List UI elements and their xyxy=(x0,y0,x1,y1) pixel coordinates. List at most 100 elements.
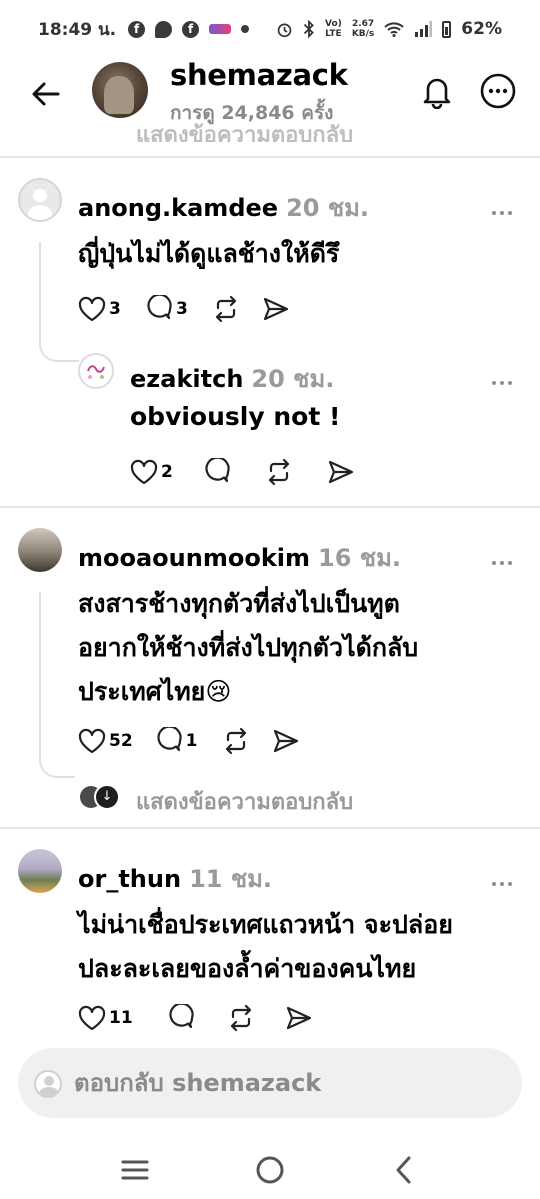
share-button[interactable] xyxy=(272,728,300,754)
comment-text-line: ไม่น่าเชื่อประเทศแถวหน้า จะปล่อย xyxy=(78,910,453,939)
heart-icon xyxy=(130,459,158,485)
avatar[interactable] xyxy=(18,178,62,222)
like-button[interactable]: 11 xyxy=(78,1005,133,1031)
app-notification-icon xyxy=(209,24,232,34)
repost-button[interactable] xyxy=(212,295,240,323)
battery-icon xyxy=(442,20,452,38)
comment-text-line: ประเทศไทย😢 xyxy=(78,677,232,706)
reply-composer[interactable] xyxy=(18,1048,522,1118)
arrow-down-icon: ↓ xyxy=(94,784,120,810)
wifi-icon xyxy=(384,22,404,37)
avatar[interactable] xyxy=(18,528,62,572)
comment-username[interactable]: or_thun xyxy=(78,865,181,893)
more-options-icon[interactable] xyxy=(492,200,518,215)
send-icon xyxy=(263,297,289,321)
alarm-icon xyxy=(277,23,292,37)
repost-button[interactable] xyxy=(227,1004,255,1032)
repost-icon xyxy=(215,295,237,323)
send-icon xyxy=(286,1006,311,1030)
brand-logo-icon xyxy=(87,365,105,379)
user-avatar-icon xyxy=(34,1070,62,1098)
comment-item: or_thun 11 ชม. ไม่น่าเชื่อประเทศแถวหน้า จ… xyxy=(0,829,540,1039)
bell-icon[interactable] xyxy=(419,73,455,109)
status-time: 18:49 น. xyxy=(38,19,117,40)
share-button[interactable] xyxy=(285,1005,313,1031)
comment-text: ญี่ปุ่นไม่ได้ดูแลช้างให้ดีรึ xyxy=(78,239,340,268)
send-icon xyxy=(328,460,354,484)
heart-icon xyxy=(78,1005,106,1031)
comment-icon xyxy=(205,458,230,483)
like-button[interactable]: 52 xyxy=(78,728,133,754)
comment-text-line: สงสารช้างทุกตัวที่ส่งไปเป็นทูต xyxy=(78,589,400,618)
more-options-icon[interactable] xyxy=(492,871,518,886)
heart-icon xyxy=(78,296,106,322)
arrow-left-icon[interactable] xyxy=(28,76,64,112)
comment-button[interactable]: 1 xyxy=(155,727,200,755)
avatar[interactable] xyxy=(18,849,62,893)
like-count: 3 xyxy=(109,299,121,319)
comment-time: 20 ชม. xyxy=(286,194,370,222)
thread-connector xyxy=(39,756,75,778)
net-speed: 2.67 KB/s xyxy=(351,19,375,39)
comment-button[interactable] xyxy=(167,1004,195,1032)
back-icon[interactable] xyxy=(385,1150,425,1190)
repost-button[interactable] xyxy=(222,727,250,755)
comment-button[interactable]: 3 xyxy=(145,295,190,323)
comment-item: anong.kamdee 20 ชม. ญี่ปุ่นไม่ได้ดูแลช้าง… xyxy=(0,158,540,368)
thread-line xyxy=(39,592,41,758)
reply-item: ezakitch 20 ชม. obviously not ! 2 xyxy=(0,345,540,505)
more-horizontal-icon[interactable] xyxy=(479,72,517,110)
repost-icon xyxy=(230,1004,251,1032)
action-bar: 2 xyxy=(130,457,377,487)
lte-indicator: Vo) LTE xyxy=(325,19,342,39)
facebook-icon-2: f xyxy=(182,20,200,38)
like-count: 11 xyxy=(109,1008,133,1028)
repost-icon xyxy=(268,458,290,486)
more-options-icon[interactable] xyxy=(492,550,518,565)
signal-icon xyxy=(415,21,433,37)
repost-icon xyxy=(225,727,246,755)
comment-text-line: ปละละเลยของล้ำค่าของคนไทย xyxy=(78,954,417,983)
action-bar: 3 3 xyxy=(78,294,312,324)
share-button[interactable] xyxy=(262,296,290,322)
comment-icon xyxy=(157,727,182,752)
reply-count: 3 xyxy=(176,299,188,319)
comment-time: 20 ชม. xyxy=(251,365,335,393)
messenger-icon xyxy=(155,20,173,38)
more-options-icon[interactable] xyxy=(492,370,518,385)
send-icon xyxy=(273,729,298,753)
recent-apps-icon[interactable] xyxy=(115,1150,155,1190)
show-replies-link[interactable]: แสดงข้อความตอบกลับ xyxy=(136,784,353,819)
avatar[interactable] xyxy=(78,353,114,389)
page-title[interactable]: shemazack xyxy=(170,58,348,92)
thread-line xyxy=(39,242,41,342)
comment-username[interactable]: anong.kamdee xyxy=(78,194,278,222)
comment-username[interactable]: mooaounmookim xyxy=(78,544,310,572)
comment-username[interactable]: ezakitch xyxy=(130,365,243,393)
comment-text-line: อยากให้ช้างที่ส่งไปทุกตัวได้กลับ xyxy=(78,633,419,662)
comment-button[interactable] xyxy=(203,458,231,486)
heart-icon xyxy=(78,728,106,754)
reply-count: 1 xyxy=(185,731,198,751)
show-replies-link-cut[interactable]: แสดงข้อความตอบกลับ xyxy=(136,117,353,142)
status-bar: 18:49 น. f f Vo) LTE 2.67 KB/s 62% xyxy=(0,0,540,58)
home-icon[interactable] xyxy=(250,1150,290,1190)
like-button[interactable]: 3 xyxy=(78,296,123,322)
comment-time: 11 ชม. xyxy=(189,865,273,893)
reply-input[interactable] xyxy=(74,1064,504,1102)
share-button[interactable] xyxy=(327,459,355,485)
comment-text: obviously not ! xyxy=(130,402,341,431)
reply-avatars: ↓ xyxy=(80,784,120,810)
action-bar: 11 xyxy=(78,1003,335,1033)
like-count: 2 xyxy=(161,462,173,482)
facebook-icon: f xyxy=(128,20,146,38)
profile-avatar[interactable] xyxy=(92,62,148,118)
comment-item: mooaounmookim 16 ชม. สงสารช้างทุกตัวที่ส่… xyxy=(0,508,540,828)
cut-off-row: แสดงข้อความตอบกลับ xyxy=(0,114,540,142)
more-notifications-dot-icon xyxy=(241,25,250,33)
comment-time: 16 ชม. xyxy=(318,544,402,572)
action-bar: 52 1 xyxy=(78,726,322,756)
like-count: 52 xyxy=(109,731,133,751)
repost-button[interactable] xyxy=(265,458,293,486)
like-button[interactable]: 2 xyxy=(130,459,175,485)
